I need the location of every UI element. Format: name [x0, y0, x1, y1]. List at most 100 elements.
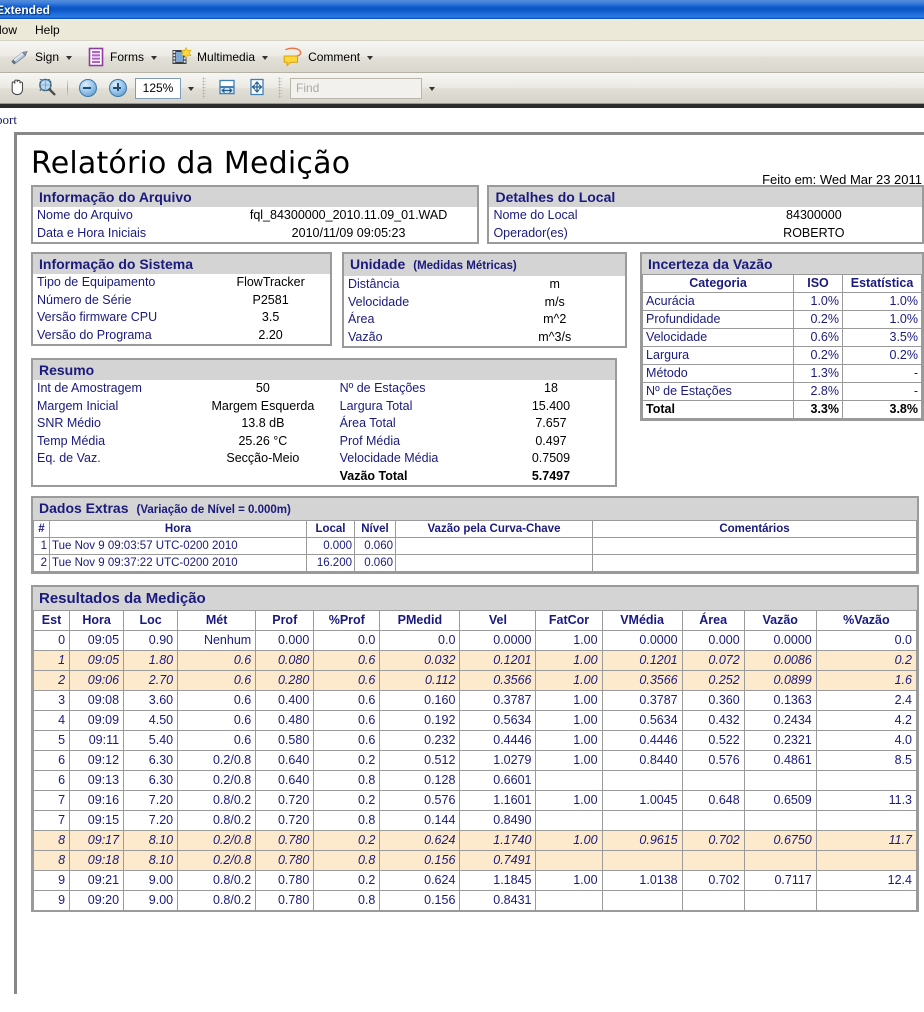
zoom-level-input[interactable]: 125% [135, 77, 181, 99]
forms-button[interactable]: Forms [81, 43, 162, 70]
system-info-header: Informação do Sistema [33, 254, 330, 274]
results-table: Est Hora Loc Mét Prof %Prof PMedid Vel FatCor VMé… [32, 610, 918, 912]
results-cell: 1.00 [535, 870, 603, 891]
system-info-key: Versão firmware CPU [37, 310, 158, 324]
fit-width-button[interactable] [214, 75, 240, 101]
hand-tool-button[interactable] [4, 75, 30, 101]
system-info-value: 2.20 [258, 327, 283, 342]
bookmark-label[interactable]: port [0, 112, 17, 128]
results-cell: 0.702 [681, 830, 745, 851]
results-cell [601, 770, 683, 791]
results-cell: 0.8/0.2 [177, 790, 257, 811]
results-cell [601, 910, 683, 912]
results-cell [743, 910, 817, 912]
results-cell: 0.6 [177, 730, 257, 751]
sign-button[interactable]: Sign [4, 43, 77, 70]
units-value: m/s [544, 294, 565, 309]
zoom-in-button[interactable] [105, 75, 131, 101]
results-cell: 0.780 [255, 870, 315, 891]
results-cell: 0.576 [379, 790, 461, 811]
results-cell [123, 910, 179, 912]
site-details-value: ROBERTO [783, 225, 845, 240]
results-cell: 4 [32, 710, 71, 731]
results-cell: 0.7117 [743, 870, 817, 891]
results-cell: 6 [32, 770, 71, 791]
results-cell: 0.1201 [459, 650, 537, 671]
table-row: Nº de Estações 2.8% - [642, 382, 922, 401]
results-cell: 4.2 [815, 710, 918, 731]
results-cell: 6.30 [123, 770, 179, 791]
multimedia-button[interactable]: Multimedia [166, 43, 273, 70]
table-row: 9 09:21 9.00 0.8/0.2 0.780 0.2 0.624 1.1845 1.00… [32, 870, 918, 891]
zoom-level-dropdown[interactable] [183, 79, 196, 98]
results-col-m-t: Mét [177, 610, 257, 631]
results-cell: 1.80 [123, 650, 179, 671]
menu-help[interactable]: Help [26, 21, 69, 39]
results-cell: 0.580 [255, 730, 315, 751]
summary-left-value: 25.26 °C [238, 433, 288, 448]
chevron-down-icon [262, 55, 269, 60]
results-cell [681, 770, 745, 791]
results-cell: 09:11 [69, 730, 125, 751]
left-stack: Informação do Sistema Tipo de Equipament… [31, 252, 630, 487]
system-info-key: Tipo de Equipamento [37, 275, 156, 289]
results-cell: 11.7 [815, 830, 918, 851]
comment-button[interactable]: Comment [277, 43, 378, 70]
report-made-on: Feito em: Wed Mar 23 2011 [762, 172, 922, 187]
results-cell [313, 910, 381, 912]
summary-left-key: Temp Média [37, 433, 106, 448]
summary-right-key: Prof Média [339, 433, 401, 448]
results-cell: 0.232 [379, 730, 461, 751]
system-info-value: P2581 [252, 292, 289, 307]
uncertainty-box: Incerteza da Vazão Categoria ISO Estatís… [640, 252, 924, 421]
results-cell: 1.00 [535, 690, 603, 711]
results-cell: 0.6 [313, 690, 381, 711]
toolbar-grip[interactable] [202, 77, 206, 99]
results-cell [743, 850, 817, 871]
find-dropdown[interactable] [424, 79, 437, 98]
zoom-out-button[interactable] [75, 75, 101, 101]
results-cell: 0.6 [313, 710, 381, 731]
results-cell [815, 810, 918, 831]
pdf-page[interactable]: Relatório da Medição Feito em: Wed Mar 2… [14, 132, 924, 994]
extras-cell: Tue Nov 9 09:03:57 UTC-0200 2010 [49, 537, 307, 555]
results-col-prof: %Prof [313, 610, 381, 631]
results-cell: 8 [32, 850, 71, 871]
results-cell: 0.6 [313, 650, 381, 671]
toolbar-grip[interactable] [278, 77, 282, 99]
results-cell: 7 [32, 810, 71, 831]
results-col-est: Est [32, 610, 71, 631]
results-cell: 09:12 [69, 750, 125, 771]
extras-col-num: # [33, 520, 50, 538]
marquee-zoom-button[interactable] [34, 75, 60, 101]
results-cell: 0.112 [379, 670, 461, 691]
site-details-key: Nome do Local [493, 208, 578, 222]
table-header-row: Est Hora Loc Mét Prof %Prof PMedid Vel FatCor VMé… [32, 610, 918, 631]
results-cell: 0.8 [313, 890, 381, 911]
results-cell: 0.1363 [743, 690, 817, 711]
summary-total-key: Vazão Total [339, 468, 408, 483]
results-cell [681, 810, 745, 831]
units-value: m [549, 277, 560, 291]
results-cell: 1.00 [535, 650, 603, 671]
fit-page-button[interactable] [244, 75, 270, 101]
summary-right-key: Velocidade Média [339, 451, 439, 465]
results-cell: 0.280 [255, 670, 315, 691]
uncertainty-cell: Profundidade [642, 310, 794, 329]
extras-table: # Hora Local Nível Vazão pela Curva-Chav… [33, 520, 917, 572]
menu-window[interactable]: dow [0, 21, 26, 39]
table-row: Velocidade 0.6% 3.5% [642, 328, 922, 347]
results-col-vel: Vel [459, 610, 537, 631]
system-info-key: Versão do Programa [37, 327, 152, 342]
uncertainty-total-label: Total [642, 400, 794, 419]
table-row: 6 09:13 6.30 0.2/0.8 0.640 0.8 0.128 0.6601 [32, 770, 918, 791]
pdf-page-content: Relatório da Medição Feito em: Wed Mar 2… [17, 135, 924, 912]
table-row: 4 09:09 4.50 0.6 0.480 0.6 0.192 0.5634 1.00 0.56… [32, 710, 918, 731]
results-cell: 1.0138 [601, 870, 683, 891]
table-row-total: Total 3.3% 3.8% [642, 400, 922, 419]
table-row: Nome do Local 84300000 [489, 207, 922, 225]
results-cell [743, 810, 817, 831]
results-cell: 0.6 [177, 710, 257, 731]
find-input[interactable]: Find [290, 77, 422, 99]
uncertainty-cell: 1.3% [793, 364, 843, 383]
